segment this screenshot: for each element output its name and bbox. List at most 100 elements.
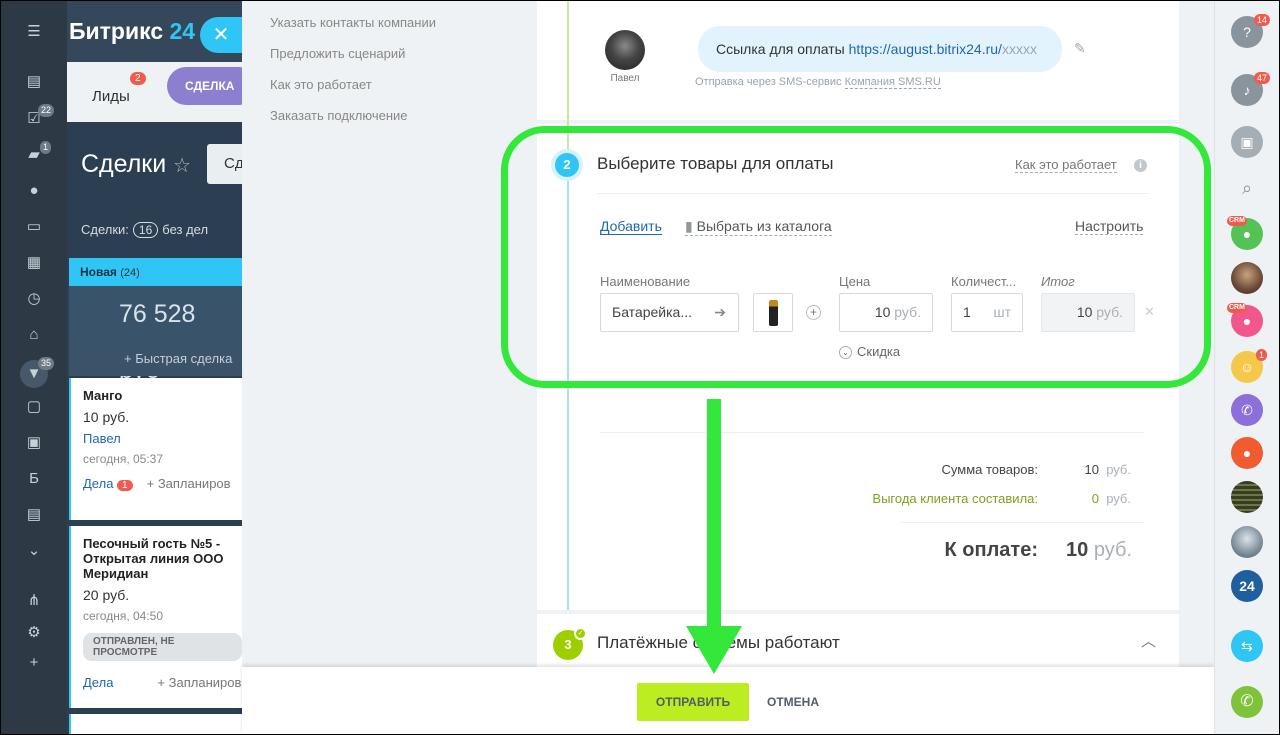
slider-menu-item[interactable]: Как это работает <box>270 77 372 92</box>
highlight-frame <box>501 126 1211 388</box>
deal-tasks-link[interactable]: Дела <box>83 675 113 690</box>
deal-price: 20 руб. <box>83 587 130 603</box>
chat-badge: 1 <box>40 141 52 154</box>
search-icon[interactable]: ⌕ <box>1231 172 1263 204</box>
notifications-badge: 47 <box>1254 72 1271 84</box>
benefit-number: 0 <box>1091 491 1099 506</box>
total-pay-number: 10 <box>1066 539 1089 561</box>
logo-text: Битрикс <box>69 18 164 44</box>
send-button[interactable]: ОТПРАВИТЬ <box>637 683 749 721</box>
goods-sum-currency: руб. <box>1106 462 1131 477</box>
benefit-currency: руб. <box>1106 491 1131 506</box>
users-icon[interactable]: ● <box>23 180 45 202</box>
contact-card-icon[interactable]: ▣ <box>23 432 45 454</box>
goods-sum-label: Сумма товаров: <box>941 462 1038 477</box>
tasks-badge: 22 <box>38 104 55 117</box>
deal-title[interactable]: Манго <box>83 388 242 403</box>
sms-note-text: Отправка через SMS-сервис <box>695 76 845 88</box>
drive-icon[interactable]: ▭ <box>23 216 45 238</box>
user-avatar[interactable] <box>1231 262 1263 294</box>
column-count: (24) <box>120 267 140 279</box>
phone-transfer-icon[interactable]: ⇆ <box>1231 630 1263 662</box>
message-text: Ссылка для оплаты <box>716 41 849 57</box>
kanban-column-header: Новая (24) <box>69 258 242 286</box>
arrow-down-icon <box>686 626 742 674</box>
counter-value[interactable]: 16 <box>132 222 159 238</box>
deal-activities[interactable]: Дела + Запланиров <box>83 675 242 690</box>
create-deal-button[interactable]: Сд <box>207 144 242 184</box>
bitrix-logo: Битрикс 24 <box>69 18 195 45</box>
deals-counter: Сделки: 16 без дел <box>81 222 208 238</box>
document-icon[interactable]: ▤ <box>23 504 45 526</box>
deal-plan-link[interactable]: + Запланиров <box>157 675 241 690</box>
cancel-button[interactable]: ОТМЕНА <box>755 683 831 721</box>
tab-deal[interactable]: СДЕЛКА <box>167 67 242 105</box>
goods-sum-value: 10 руб. <box>1060 462 1132 477</box>
deal-card[interactable]: Манго 10 руб. Павел сегодня, 05:37 Дела … <box>69 378 242 520</box>
payment-link-tail: xxxxx <box>1001 41 1037 57</box>
tab-leads[interactable]: Лиды <box>92 88 130 105</box>
pencil-icon[interactable]: ✎ <box>1074 40 1086 57</box>
letter-b-icon[interactable]: Б <box>23 468 45 490</box>
deal-plan-link[interactable]: + Запланиров <box>147 476 231 491</box>
gear-icon[interactable]: ⚙ <box>23 622 45 644</box>
leads-count-badge: 2 <box>130 72 146 85</box>
benefit-value: 0 руб. <box>1060 491 1131 506</box>
sms-note: Отправка через SMS-сервис Компания SMS.R… <box>695 76 941 89</box>
window-icon[interactable]: ▢ <box>23 396 45 418</box>
help-badge: 14 <box>1254 14 1271 26</box>
slider-menu-item[interactable]: Указать контакты компании <box>270 15 436 30</box>
robot-icon[interactable]: ⌂ <box>23 324 45 346</box>
logo-number: 24 <box>169 18 196 44</box>
avatar <box>605 30 645 70</box>
deal-date: сегодня, 04:50 <box>83 609 164 623</box>
feed-icon[interactable]: ▤ <box>23 71 45 93</box>
plus-icon[interactable]: + <box>23 652 45 674</box>
divider <box>900 522 1144 523</box>
deal-activities[interactable]: Дела 1 + Запланиров <box>83 476 242 491</box>
page-title: Сделки ☆ <box>81 150 191 179</box>
deal-title[interactable]: Песочный гость №5 - Открытая линия ООО М… <box>83 536 242 581</box>
bitrix24-icon[interactable]: 24 <box>1231 570 1263 602</box>
counter-suffix: без дел <box>162 222 209 237</box>
menu-icon[interactable]: ☰ <box>23 21 45 43</box>
deal-card[interactable]: Песочный гость №5 - Открытая линия ООО М… <box>69 526 242 708</box>
close-slider-button[interactable]: ✕ <box>200 17 242 53</box>
user-badge: 1 <box>1256 349 1268 361</box>
page-title-text: Сделки <box>81 150 167 178</box>
slider-menu-item[interactable]: Предложить сценарий <box>270 46 405 61</box>
payment-link[interactable]: https://august.bitrix24.ru/ <box>849 41 1002 57</box>
user-avatar[interactable] <box>1231 526 1263 558</box>
chat-bubble-icon[interactable]: ▣ <box>1231 126 1263 158</box>
counter-label: Сделки: <box>81 222 129 237</box>
chevron-down-icon[interactable]: ⌄ <box>23 540 45 562</box>
funnel-badge: 35 <box>38 357 55 370</box>
deal-date: сегодня, 05:37 <box>83 452 164 466</box>
sms-provider-link[interactable]: Компания SMS.RU <box>844 76 941 89</box>
total-pay-label: К оплате: <box>944 539 1038 561</box>
slider-menu-item[interactable]: Заказать подключение <box>270 108 408 123</box>
slider-menu: Указать контакты компании Предложить сце… <box>242 0 537 667</box>
quick-deal-button[interactable]: + Быстрая сделка <box>69 342 242 376</box>
chevron-up-icon[interactable]: ︿ <box>1141 630 1156 651</box>
column-sum: 76 528 руб <box>69 286 242 384</box>
deal-price: 10 руб. <box>83 409 130 425</box>
deal-tasks-link[interactable]: Дела <box>83 476 113 491</box>
star-icon[interactable]: ☆ <box>173 155 191 177</box>
total-pay-value: 10 руб. <box>1048 539 1132 562</box>
divider <box>600 432 1144 433</box>
message-bubble: Ссылка для оплаты https://august.bitrix2… <box>698 26 1062 72</box>
phone-icon[interactable]: ✆ <box>1231 394 1263 426</box>
deal-card[interactable] <box>69 714 242 735</box>
call-icon[interactable]: ✆ <box>1231 686 1263 718</box>
crm-tag: CRM <box>1227 303 1247 313</box>
total-pay-currency: руб. <box>1093 539 1132 561</box>
person-icon[interactable]: ● <box>1231 437 1263 469</box>
deal-status-badge: ОТПРАВЛЕН, НЕ ПРОСМОТРЕ <box>83 633 242 661</box>
sitemap-icon[interactable]: ⋔ <box>23 590 45 612</box>
calendar-icon[interactable]: ▦ <box>23 252 45 274</box>
clock-icon[interactable]: ◷ <box>23 288 45 310</box>
deal-user-link[interactable]: Павел <box>83 431 242 446</box>
crm-tag: CRM <box>1227 216 1247 226</box>
group-avatar[interactable] <box>1231 481 1263 513</box>
